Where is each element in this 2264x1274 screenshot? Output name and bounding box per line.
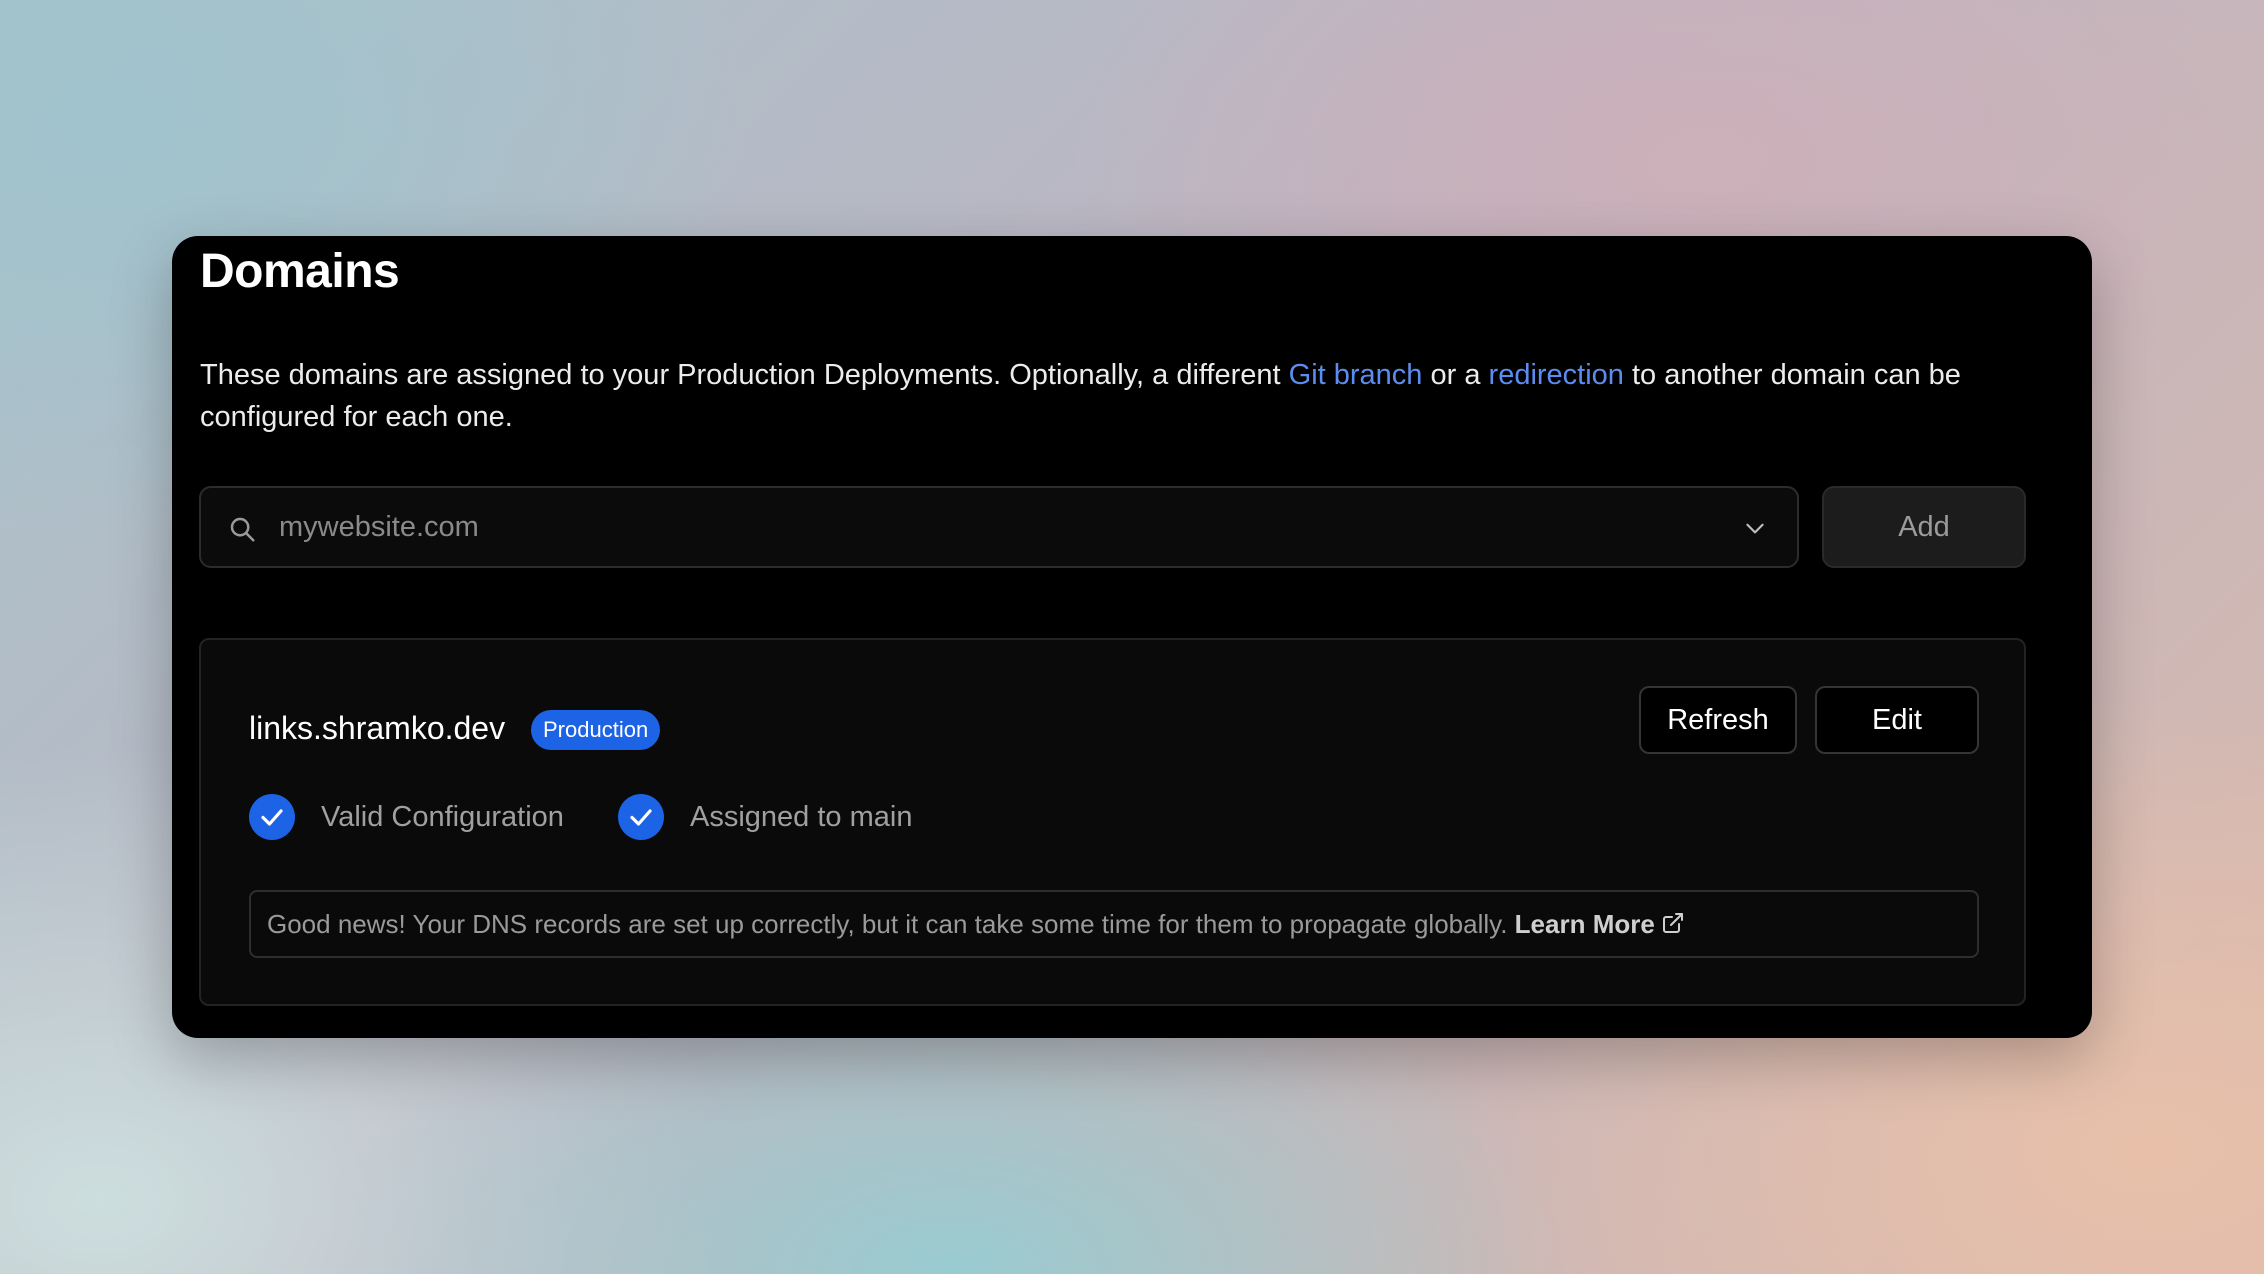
external-link-icon[interactable]	[1661, 911, 1685, 935]
add-button[interactable]: Add	[1822, 486, 2026, 568]
page-title: Domains	[200, 245, 400, 298]
assigned-branch-status: Assigned to main	[618, 794, 948, 840]
description-text-1: These domains are assigned to your Produ…	[200, 359, 1289, 391]
domain-name[interactable]: links.shramko.dev	[249, 706, 505, 750]
domains-panel: Domains These domains are assigned to yo…	[172, 236, 2092, 1038]
search-icon	[230, 517, 255, 542]
check-circle-icon	[618, 794, 664, 840]
learn-more-label[interactable]: Learn More	[1515, 909, 1655, 939]
dns-notice-text: Good news! Your DNS records are set up c…	[267, 909, 1508, 939]
description-text-2: or a	[1422, 359, 1489, 391]
dns-notice: Good news! Your DNS records are set up c…	[249, 890, 1979, 958]
git-branch-link[interactable]: Git branch	[1289, 359, 1423, 391]
redirection-link[interactable]: redirection	[1489, 359, 1624, 391]
domain-search-input[interactable]	[279, 488, 1679, 566]
refresh-button[interactable]: Refresh	[1639, 686, 1797, 754]
edit-button[interactable]: Edit	[1815, 686, 1979, 754]
learn-more-link[interactable]: Learn More	[1515, 909, 1685, 939]
production-badge: Production	[531, 710, 661, 750]
domain-search-combobox[interactable]	[199, 486, 1799, 568]
valid-configuration-status: Valid Configuration	[249, 794, 579, 840]
domains-description: These domains are assigned to your Produ…	[200, 354, 2040, 438]
valid-configuration-label: Valid Configuration	[321, 801, 564, 833]
check-circle-icon	[249, 794, 295, 840]
assigned-branch-label: Assigned to main	[690, 801, 913, 833]
chevron-down-icon[interactable]	[1741, 515, 1769, 541]
domain-card: links.shramko.dev Production Refresh Edi…	[199, 638, 2026, 1006]
